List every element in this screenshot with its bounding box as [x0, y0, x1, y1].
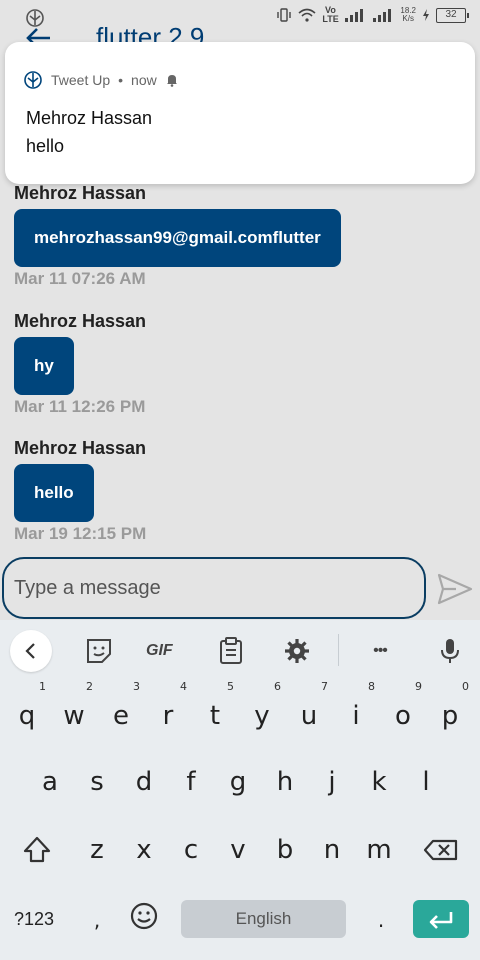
notification-app-name: Tweet Up [51, 72, 111, 88]
message-input[interactable]: Type a message [2, 557, 426, 619]
key-v[interactable]: v [215, 822, 261, 878]
message-time: Mar 11 12:26 PM [14, 397, 146, 416]
enter-icon [429, 912, 453, 929]
keyboard-toolbar: GIF ••• [0, 620, 480, 680]
bell-icon [166, 75, 177, 87]
backspace-icon[interactable] [418, 822, 464, 878]
key-t[interactable]: t5 [192, 680, 238, 744]
key-x[interactable]: x [121, 822, 167, 878]
tweet-up-app-icon [24, 71, 42, 89]
message-item: Mehroz Hassan hello Mar 19 12:15 PM [14, 436, 146, 544]
notification-card[interactable]: Tweet Up • now Mehroz Hassan hello [5, 42, 475, 184]
key-n[interactable]: n [309, 822, 355, 878]
key-b[interactable]: b [262, 822, 308, 878]
key-j[interactable]: j [309, 754, 355, 810]
key-period[interactable]: . [358, 892, 404, 948]
key-e[interactable]: e3 [98, 680, 144, 744]
key-p[interactable]: p0 [427, 680, 473, 744]
key-s[interactable]: s [74, 754, 120, 810]
key-o[interactable]: o9 [380, 680, 426, 744]
chevron-left-icon [25, 643, 35, 659]
key-l[interactable]: l [403, 754, 449, 810]
message-item: Mehroz Hassan mehrozhassan99@gmail.comfl… [14, 181, 341, 289]
key-comma[interactable]: , [74, 892, 120, 948]
notification-title: Mehroz Hassan [26, 108, 153, 128]
notification-time: now [131, 72, 157, 88]
notification-header: Tweet Up • now [23, 70, 179, 90]
key-c[interactable]: c [168, 822, 214, 878]
key-h[interactable]: h [262, 754, 308, 810]
message-bubble[interactable]: hy [14, 337, 74, 395]
key-g[interactable]: g [215, 754, 261, 810]
message-item: Mehroz Hassan hy Mar 11 12:26 PM [14, 309, 146, 417]
key-u[interactable]: u7 [286, 680, 332, 744]
message-time: Mar 11 07:26 AM [14, 269, 146, 288]
shift-icon[interactable] [14, 822, 60, 878]
key-f[interactable]: f [168, 754, 214, 810]
key-d[interactable]: d [121, 754, 167, 810]
emoji-icon[interactable] [121, 890, 167, 946]
key-i[interactable]: i8 [333, 680, 379, 744]
key-r[interactable]: r4 [145, 680, 191, 744]
notification-body: hello [26, 136, 65, 156]
send-icon[interactable] [436, 570, 474, 608]
separator-dot: • [118, 72, 124, 88]
mic-icon[interactable] [435, 636, 465, 666]
message-bubble[interactable]: hello [14, 464, 94, 522]
toolbar-divider [338, 634, 339, 666]
key-k[interactable]: k [356, 754, 402, 810]
message-time: Mar 19 12:15 PM [14, 524, 147, 543]
key-z[interactable]: z [74, 822, 120, 878]
gif-button[interactable]: GIF [146, 636, 182, 666]
key-a[interactable]: a [27, 754, 73, 810]
collapse-button[interactable] [10, 630, 52, 672]
symbols-key[interactable]: ?123 [14, 900, 54, 938]
key-w[interactable]: w2 [51, 680, 97, 744]
settings-icon[interactable] [282, 636, 312, 666]
key-m[interactable]: m [356, 822, 402, 878]
sticker-icon[interactable] [84, 636, 114, 666]
keyboard: GIF ••• q1 w2 e3 r4 t5 y6 u7 i8 o9 p0 a … [0, 620, 480, 960]
clipboard-icon[interactable] [216, 636, 246, 666]
message-sender: Mehroz Hassan [14, 438, 147, 458]
key-y[interactable]: y6 [239, 680, 285, 744]
message-sender: Mehroz Hassan [14, 311, 147, 331]
space-key[interactable]: English [181, 900, 346, 938]
more-button[interactable]: ••• [364, 636, 396, 666]
key-q[interactable]: q1 [4, 680, 50, 744]
enter-key[interactable] [413, 900, 469, 938]
message-bubble[interactable]: mehrozhassan99@gmail.comflutter [14, 209, 341, 267]
message-sender: Mehroz Hassan [14, 183, 147, 203]
